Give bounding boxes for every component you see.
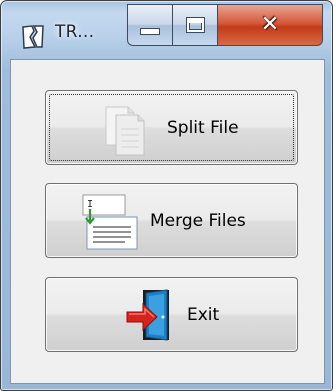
caption-buttons: ✕ <box>127 4 323 46</box>
minimize-icon <box>140 27 160 35</box>
maximize-icon <box>185 17 205 33</box>
minimize-button[interactable] <box>127 4 173 46</box>
close-icon: ✕ <box>260 12 280 37</box>
exit-button[interactable]: Exit <box>45 277 298 352</box>
merge-files-button[interactable]: I Merge Files <box>45 183 298 258</box>
split-file-button[interactable]: Split File <box>45 90 298 165</box>
merge-files-label: Merge Files <box>150 211 246 231</box>
exit-label: Exit <box>187 305 220 325</box>
close-button[interactable]: ✕ <box>218 4 323 46</box>
exit-door-icon <box>126 289 169 341</box>
title-bar[interactable]: TR... ✕ <box>1 1 332 59</box>
client-area: Split File I Merge Files Exit <box>10 59 325 384</box>
maximize-button[interactable] <box>173 4 218 46</box>
merge-files-icon: I <box>82 194 138 250</box>
app-icon[interactable] <box>22 25 44 49</box>
application-window: TR... ✕ Split File I Merge Files Exit <box>0 0 333 391</box>
window-title: TR... <box>55 22 95 42</box>
split-file-label: Split File <box>167 118 239 138</box>
split-file-icon <box>105 106 145 156</box>
svg-text:I: I <box>87 199 93 210</box>
